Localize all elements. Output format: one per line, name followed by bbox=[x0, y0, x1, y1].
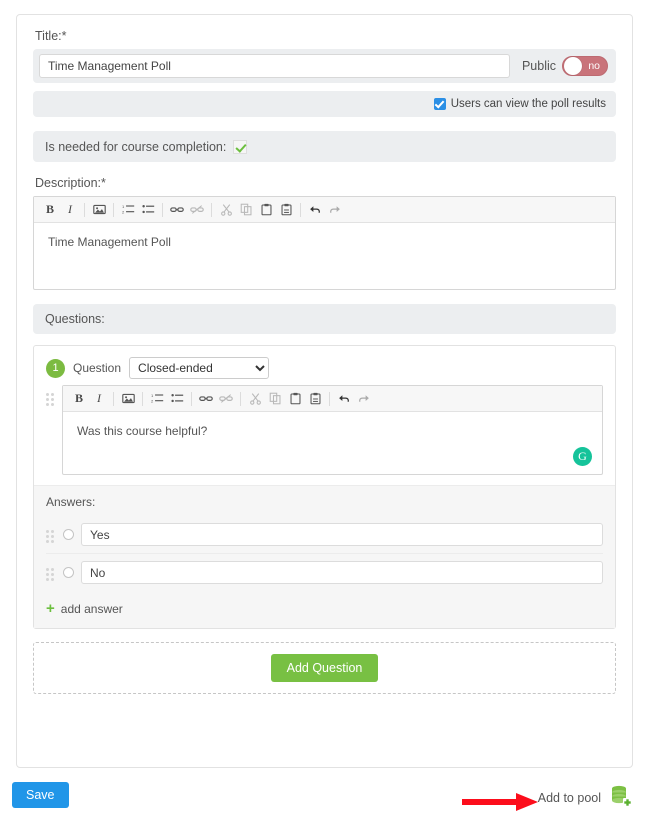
question-editor: B I 12 bbox=[62, 385, 603, 475]
add-to-pool-button[interactable]: Add to pool bbox=[538, 784, 633, 811]
question-text-area[interactable]: Was this course helpful? G bbox=[63, 412, 602, 474]
form-inner: Title:* Public no Users can view the pol… bbox=[17, 15, 632, 694]
redo-icon bbox=[354, 389, 374, 409]
svg-text:2: 2 bbox=[151, 399, 154, 404]
copy-icon bbox=[236, 200, 256, 220]
paste-icon[interactable] bbox=[285, 389, 305, 409]
answer-input[interactable] bbox=[81, 561, 603, 584]
grammarly-icon[interactable]: G bbox=[573, 447, 592, 466]
footer-bar: Save Add to pool bbox=[0, 778, 647, 823]
toggle-knob bbox=[564, 57, 582, 75]
title-label: Title:* bbox=[35, 29, 616, 43]
italic-icon[interactable]: I bbox=[60, 200, 80, 220]
course-completion-label: Is needed for course completion: bbox=[45, 140, 226, 154]
question-toolbar: B I 12 bbox=[63, 386, 602, 412]
question-word-label: Question bbox=[73, 361, 121, 375]
answer-radio[interactable] bbox=[63, 567, 74, 578]
course-completion-strip: Is needed for course completion: bbox=[33, 131, 616, 162]
database-add-icon bbox=[609, 784, 633, 811]
toolbar-divider bbox=[113, 203, 114, 217]
view-results-checkbox[interactable] bbox=[434, 98, 446, 110]
undo-icon[interactable] bbox=[305, 200, 325, 220]
cut-icon bbox=[216, 200, 236, 220]
public-label: Public bbox=[522, 59, 556, 73]
answers-section: Answers: bbox=[34, 485, 615, 628]
image-icon[interactable] bbox=[89, 200, 109, 220]
question-type-select[interactable]: Closed-ended bbox=[129, 357, 269, 379]
link-icon[interactable] bbox=[196, 389, 216, 409]
question-editor-row: B I 12 bbox=[34, 383, 615, 485]
question-text: Was this course helpful? bbox=[77, 424, 207, 438]
paste-text-icon[interactable] bbox=[305, 389, 325, 409]
questions-header: Questions: bbox=[33, 304, 616, 334]
svg-text:1: 1 bbox=[122, 204, 125, 209]
bulleted-list-icon[interactable] bbox=[138, 200, 158, 220]
add-question-button[interactable]: Add Question bbox=[271, 654, 379, 682]
answer-row bbox=[46, 516, 603, 553]
unlink-icon bbox=[216, 389, 236, 409]
toolbar-divider bbox=[191, 392, 192, 406]
plus-icon: + bbox=[46, 601, 55, 616]
undo-icon[interactable] bbox=[334, 389, 354, 409]
cut-icon bbox=[245, 389, 265, 409]
bold-icon[interactable]: B bbox=[69, 389, 89, 409]
numbered-list-icon[interactable]: 12 bbox=[147, 389, 167, 409]
title-input[interactable] bbox=[39, 54, 510, 78]
toolbar-divider bbox=[329, 392, 330, 406]
answer-drag-handle[interactable] bbox=[46, 564, 56, 581]
description-text[interactable]: Time Management Poll bbox=[34, 223, 615, 289]
description-toolbar: B I 12 bbox=[34, 197, 615, 223]
course-completion-checkbox[interactable] bbox=[233, 140, 247, 154]
toolbar-divider bbox=[113, 392, 114, 406]
svg-text:1: 1 bbox=[151, 393, 154, 398]
toolbar-divider bbox=[300, 203, 301, 217]
svg-text:2: 2 bbox=[122, 210, 125, 215]
add-answer-button[interactable]: + add answer bbox=[46, 601, 603, 616]
answer-drag-handle[interactable] bbox=[46, 526, 56, 543]
toolbar-divider bbox=[162, 203, 163, 217]
add-question-dropzone: Add Question bbox=[33, 642, 616, 694]
toolbar-divider bbox=[142, 392, 143, 406]
title-row: Public no bbox=[33, 49, 616, 83]
paste-icon[interactable] bbox=[256, 200, 276, 220]
question-drag-handle[interactable] bbox=[46, 385, 56, 475]
unlink-icon bbox=[187, 200, 207, 220]
poll-form-card: Title:* Public no Users can view the pol… bbox=[16, 14, 633, 768]
answer-radio[interactable] bbox=[63, 529, 74, 540]
copy-icon bbox=[265, 389, 285, 409]
description-label: Description:* bbox=[35, 176, 616, 190]
toggle-state-label: no bbox=[588, 60, 600, 72]
answers-label: Answers: bbox=[46, 495, 603, 509]
description-editor: B I 12 bbox=[33, 196, 616, 290]
numbered-list-icon[interactable]: 12 bbox=[118, 200, 138, 220]
answer-row bbox=[46, 553, 603, 591]
link-icon[interactable] bbox=[167, 200, 187, 220]
redo-icon bbox=[325, 200, 345, 220]
image-icon[interactable] bbox=[118, 389, 138, 409]
toolbar-divider bbox=[240, 392, 241, 406]
question-block: 1 Question Closed-ended B I bbox=[33, 345, 616, 629]
bold-icon[interactable]: B bbox=[40, 200, 60, 220]
add-answer-label: add answer bbox=[61, 602, 123, 616]
italic-icon[interactable]: I bbox=[89, 389, 109, 409]
question-number-badge: 1 bbox=[46, 359, 65, 378]
bulleted-list-icon[interactable] bbox=[167, 389, 187, 409]
question-header-row: 1 Question Closed-ended bbox=[34, 346, 615, 383]
save-button[interactable]: Save bbox=[12, 782, 69, 808]
toolbar-divider bbox=[211, 203, 212, 217]
public-toggle-group[interactable]: Public no bbox=[522, 56, 608, 76]
toolbar-divider bbox=[84, 203, 85, 217]
poll-results-strip: Users can view the poll results bbox=[33, 91, 616, 117]
add-to-pool-label: Add to pool bbox=[538, 791, 601, 805]
view-results-label: Users can view the poll results bbox=[451, 98, 606, 110]
poll-editor-page: Title:* Public no Users can view the pol… bbox=[0, 0, 647, 823]
red-arrow-annotation bbox=[462, 791, 540, 818]
paste-text-icon[interactable] bbox=[276, 200, 296, 220]
public-toggle[interactable]: no bbox=[562, 56, 608, 76]
answer-input[interactable] bbox=[81, 523, 603, 546]
